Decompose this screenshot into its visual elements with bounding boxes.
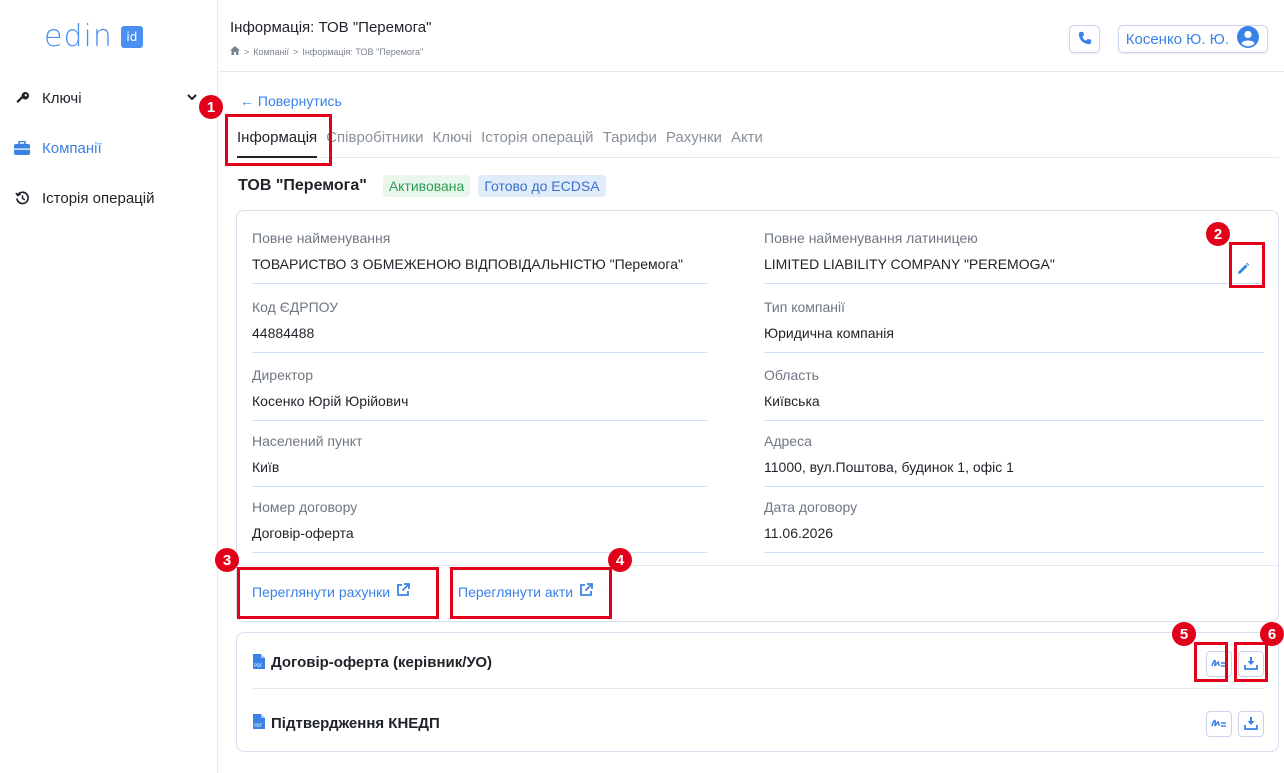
tab-invoices[interactable]: Рахунки	[666, 126, 722, 158]
ecdsa-badge: Готово до ECDSA	[478, 175, 606, 197]
field-value: LIMITED LIABILITY COMPANY "PEREMOGA"	[764, 256, 1055, 272]
document-title: Підтвердження КНЕДП	[271, 714, 440, 732]
breadcrumb-separator: >	[244, 46, 250, 57]
history-icon	[14, 190, 30, 206]
sidebar-item-keys[interactable]: Ключі	[14, 87, 82, 109]
breadcrumb-separator: >	[293, 46, 299, 57]
field-label: Тип компанії	[764, 299, 846, 315]
download-icon	[1244, 716, 1258, 733]
sidebar-item-label: Ключі	[42, 89, 82, 107]
company-name: ТОВ "Перемога"	[238, 177, 367, 194]
field-label: Дата договору	[764, 499, 858, 515]
field-contract-date: Дата договору 11.06.2026	[764, 499, 1264, 553]
field-city: Населений пункт Київ	[252, 433, 707, 487]
status-badge: Активована	[382, 175, 471, 197]
back-link[interactable]: ← Повернутись	[240, 93, 342, 109]
signature-icon	[1211, 716, 1227, 732]
field-director: Директор Косенко Юрій Юрійович	[252, 367, 707, 421]
annotation-number-5: 5	[1172, 622, 1196, 646]
field-value: 11000, вул.Поштова, будинок 1, офіс 1	[764, 459, 1014, 475]
phone-icon	[1078, 31, 1092, 48]
tabs-bar: Інформація Співробітники Ключі Історія о…	[237, 126, 1279, 158]
top-header: Інформація: ТОВ "Перемога" > Компанії > …	[218, 0, 1284, 72]
field-value: Косенко Юрій Юрійович	[252, 393, 409, 409]
field-value: ТОВАРИСТВО З ОБМЕЖЕНОЮ ВІДПОВІДАЛЬНІСТЮ …	[252, 256, 683, 272]
field-company-type: Тип компанії Юридична компанія	[764, 299, 1264, 353]
briefcase-icon	[14, 140, 30, 156]
document-row: PDF Договір-оферта (керівник/УО)	[253, 637, 1264, 689]
field-label: Директор	[252, 367, 313, 383]
document-row: PDF Підтвердження КНЕДП	[253, 697, 1264, 749]
field-value: 44884488	[252, 325, 315, 341]
svg-text:PDF: PDF	[254, 723, 262, 728]
page-title: Інформація: ТОВ "Перемога"	[230, 19, 432, 36]
tab-employees[interactable]: Співробітники	[326, 126, 423, 158]
field-label: Код ЄДРПОУ	[252, 299, 339, 315]
annotation-box-3	[237, 567, 439, 619]
field-label: Повне найменування	[252, 230, 391, 246]
annotation-box-2	[1229, 242, 1265, 288]
pdf-file-icon: PDF	[253, 714, 265, 732]
sign-button[interactable]	[1206, 711, 1232, 737]
field-full-name-latin: Повне найменування латиницею LIMITED LIA…	[764, 230, 1264, 284]
home-icon[interactable]	[230, 46, 240, 57]
phone-button[interactable]	[1069, 25, 1100, 53]
annotation-box-4	[450, 567, 612, 619]
company-heading: ТОВ "Перемога" Активована Готово до ECDS…	[238, 175, 606, 197]
tab-operations-history[interactable]: Історія операцій	[481, 126, 593, 158]
sidebar: edin id Ключі Компанії Історія операцій	[0, 0, 218, 773]
company-info-card: Повне найменування ТОВАРИСТВО З ОБМЕЖЕНО…	[236, 210, 1279, 622]
tab-acts[interactable]: Акти	[731, 126, 763, 158]
document-actions	[1206, 711, 1264, 737]
field-label: Повне найменування латиницею	[764, 230, 978, 246]
annotation-box-1	[225, 114, 332, 166]
field-label: Адреса	[764, 433, 812, 449]
logo-badge: id	[120, 26, 143, 48]
tab-tariffs[interactable]: Тарифи	[603, 126, 657, 158]
annotation-number-6: 6	[1260, 622, 1284, 646]
sidebar-item-companies[interactable]: Компанії	[14, 137, 102, 159]
sidebar-item-label: Історія операцій	[42, 189, 155, 207]
breadcrumb-current: Інформація: ТОВ "Перемога"	[302, 46, 424, 57]
field-label: Номер договору	[252, 499, 358, 515]
annotation-number-1: 1	[199, 95, 223, 119]
field-address: Адреса 11000, вул.Поштова, будинок 1, оф…	[764, 433, 1264, 487]
field-label: Область	[764, 367, 819, 383]
field-full-name: Повне найменування ТОВАРИСТВО З ОБМЕЖЕНО…	[252, 230, 707, 284]
sidebar-item-history[interactable]: Історія операцій	[14, 187, 154, 209]
edin-logo[interactable]: edin id	[44, 22, 143, 52]
pdf-file-icon: PDF	[253, 653, 265, 672]
annotation-box-5	[1194, 642, 1228, 682]
breadcrumb-companies[interactable]: Компанії	[253, 47, 289, 57]
field-region: Область Київська	[764, 367, 1264, 421]
annotation-number-4: 4	[608, 548, 632, 572]
field-label: Населений пункт	[252, 433, 363, 449]
annotation-number-2: 2	[1206, 222, 1230, 246]
field-value: Юридична компанія	[764, 325, 894, 341]
download-button[interactable]	[1238, 711, 1264, 737]
user-avatar-icon	[1237, 26, 1259, 52]
field-value: 11.06.2026	[764, 525, 834, 541]
breadcrumb: > Компанії > Інформація: ТОВ "Перемога"	[230, 46, 423, 57]
sidebar-item-label: Компанії	[42, 139, 102, 157]
annotation-number-3: 3	[215, 548, 239, 572]
tab-keys[interactable]: Ключі	[433, 126, 473, 158]
field-contract-number: Номер договору Договір-оферта	[252, 499, 707, 553]
chevron-down-icon[interactable]	[186, 90, 200, 104]
field-value: Київ	[252, 459, 280, 475]
divider	[237, 565, 1278, 566]
key-icon	[14, 90, 30, 106]
field-edrpou: Код ЄДРПОУ 44884488	[252, 299, 707, 353]
svg-text:PDF: PDF	[254, 663, 262, 668]
annotation-box-6	[1234, 642, 1268, 682]
field-value: Договір-оферта	[252, 525, 354, 541]
documents-card: PDF Договір-оферта (керівник/УО) PDF Під…	[236, 632, 1279, 752]
user-menu-button[interactable]: Косенко Ю. Ю.	[1118, 25, 1268, 53]
document-title: Договір-оферта (керівник/УО)	[271, 654, 493, 671]
logo-text: edin	[44, 19, 113, 54]
field-value: Київська	[764, 393, 820, 409]
user-name: Косенко Ю. Ю.	[1125, 30, 1229, 48]
